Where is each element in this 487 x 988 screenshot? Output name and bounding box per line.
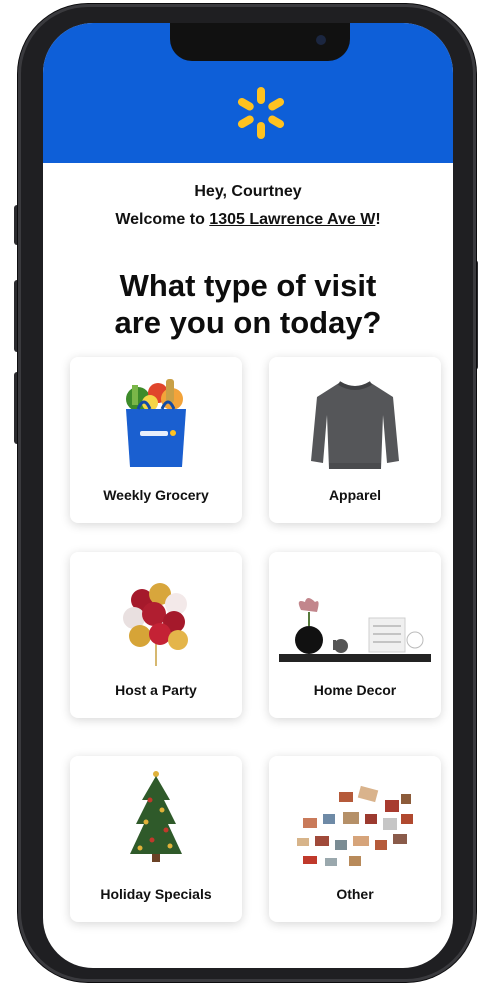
- visit-question-heading: What type of visit are you on today?: [43, 267, 453, 341]
- store-address-link[interactable]: 1305 Lawrence Ave W: [209, 211, 375, 228]
- welcome-prefix: Welcome to: [115, 211, 210, 228]
- greeting-name: Hey, Courtney: [194, 183, 302, 200]
- visit-card-label: Other: [336, 886, 374, 902]
- welcome-suffix: !: [375, 211, 381, 228]
- visit-card-weekly-grocery[interactable]: Weekly Grocery: [70, 357, 242, 523]
- visit-card-home-decor[interactable]: Home Decor: [269, 552, 441, 718]
- visit-card-label: Host a Party: [115, 682, 197, 698]
- visit-card-apparel[interactable]: Apparel: [269, 357, 441, 523]
- greeting-welcome: Welcome to 1305 Lawrence Ave W!: [43, 211, 453, 229]
- visit-card-holiday-specials[interactable]: Holiday Specials: [70, 756, 242, 922]
- visit-card-label: Holiday Specials: [100, 886, 212, 902]
- phone-notch: [170, 23, 350, 61]
- sweater-icon: [311, 381, 399, 469]
- visit-card-label: Home Decor: [313, 682, 397, 698]
- walmart-spark-icon: [237, 87, 285, 139]
- assorted-items-icon: [297, 785, 413, 866]
- question-line-2: are you on today?: [114, 305, 382, 340]
- phone-screen: Hey, Courtney Welcome to 1305 Lawrence A…: [43, 23, 453, 968]
- visit-card-host-a-party[interactable]: Host a Party: [70, 552, 242, 718]
- christmas-tree-icon: [130, 771, 182, 862]
- decor-shelf-icon: [279, 598, 431, 662]
- balloons-icon: [123, 583, 188, 666]
- front-camera-icon: [316, 35, 326, 45]
- visit-card-label: Weekly Grocery: [103, 487, 209, 503]
- visit-card-other[interactable]: Other: [269, 756, 441, 922]
- visit-card-label: Apparel: [328, 487, 382, 503]
- question-line-1: What type of visit: [119, 268, 377, 303]
- grocery-bag-icon: [126, 379, 186, 467]
